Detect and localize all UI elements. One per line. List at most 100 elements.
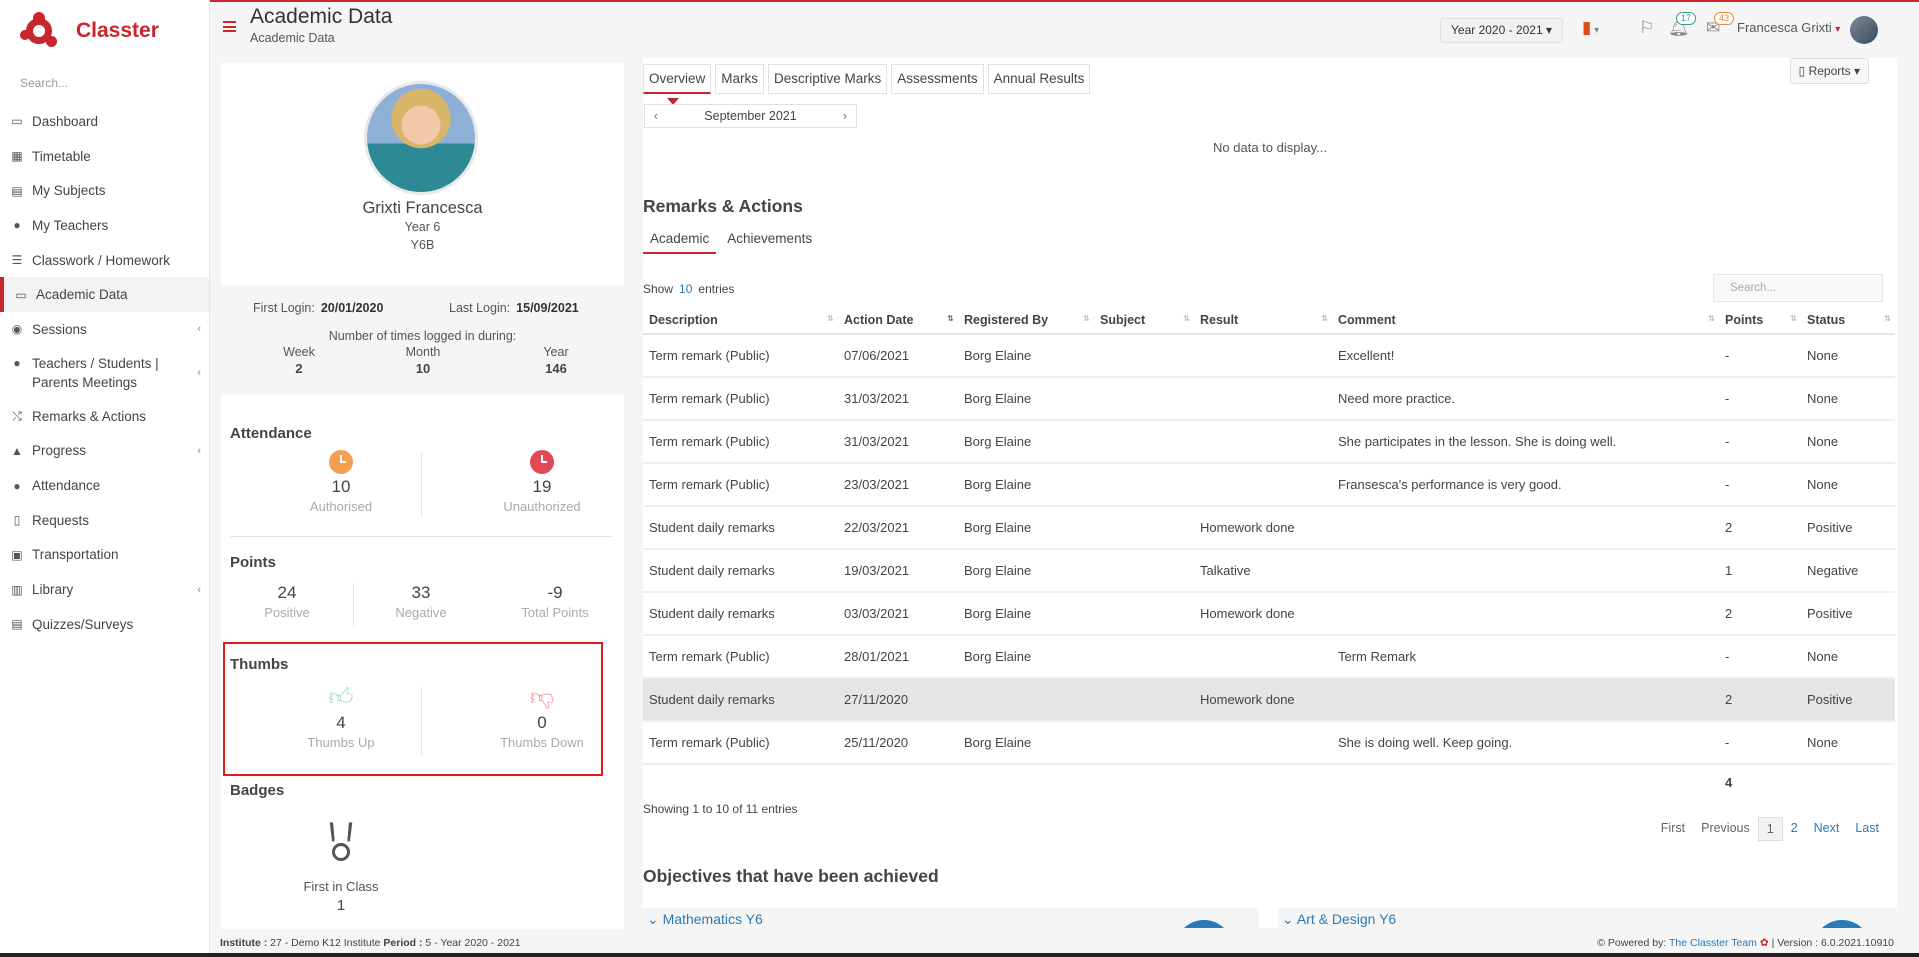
page-last[interactable]: Last <box>1847 817 1887 841</box>
sidebar-item-remarks-actions[interactable]: ⤭ Remarks & Actions <box>0 399 209 434</box>
sidebar-item-library[interactable]: ▥ Library ‹ <box>0 572 209 607</box>
tab-academic[interactable]: Academic <box>643 226 717 254</box>
table-row[interactable]: Term remark (Public) 07/06/2021 Borg Elain… <box>643 334 1895 378</box>
tab-overview[interactable]: Overview <box>643 64 712 94</box>
sidebar-item-attendance[interactable]: ● Attendance <box>0 468 209 503</box>
page-2[interactable]: 2 <box>1783 817 1806 841</box>
unauthorized-stat: 19 Unauthorized <box>467 450 617 514</box>
attendance-icon: ● <box>13 478 21 493</box>
page-next[interactable]: Next <box>1806 817 1848 841</box>
flag-icon[interactable]: ⚐ <box>1639 18 1654 38</box>
table-row[interactable]: Term remark (Public) 31/03/2021 Borg Elain… <box>643 377 1895 421</box>
tab-marks[interactable]: Marks <box>715 64 765 94</box>
copyright-icon: © <box>1597 937 1605 949</box>
bus-icon: ▣ <box>11 547 23 562</box>
sort-icon: ⇅ <box>1083 314 1090 323</box>
objective-card-art-design[interactable]: ⌄ Art & Design Y6 <box>1278 908 1897 928</box>
sidebar-item-academic-data[interactable]: ▭ Academic Data <box>0 277 209 313</box>
chevron-right-icon[interactable]: › <box>834 109 856 123</box>
office-icon[interactable]: ▮ ▾ <box>1582 18 1599 38</box>
table-row[interactable]: Term remark (Public) 25/11/2020 Borg Elain… <box>643 721 1895 765</box>
table-row[interactable]: Term remark (Public) 31/03/2021 Borg Elain… <box>643 420 1895 464</box>
table-row[interactable]: Student daily remarks 03/03/2021 Borg Elai… <box>643 592 1895 636</box>
sidebar-item-my-subjects[interactable]: ▤ My Subjects <box>0 173 209 208</box>
column-header[interactable]: Points ⇅ <box>1719 306 1801 335</box>
teachers-icon: ● <box>13 218 21 233</box>
table-row[interactable]: Student daily remarks 22/03/2021 Borg Elai… <box>643 506 1895 550</box>
hamburger-menu-icon[interactable] <box>223 21 236 32</box>
bottom-bar <box>0 953 1919 957</box>
year-selector[interactable]: Year 2020 - 2021 ▾ <box>1440 18 1564 43</box>
column-header[interactable]: Status ⇅ <box>1801 306 1895 335</box>
sidebar-item-progress[interactable]: ▲ Progress ‹ <box>0 434 209 469</box>
column-header[interactable]: Result ⇅ <box>1194 306 1332 335</box>
sort-desc-icon: ⇅ <box>947 314 954 323</box>
sidebar-item-dashboard[interactable]: ▭ Dashboard <box>0 104 209 139</box>
main-content: Overview Marks Descriptive Marks Assessm… <box>643 58 1897 928</box>
sidebar-item-classwork-homework[interactable]: ☰ Classwork / Homework <box>0 243 209 278</box>
table-row[interactable]: Term remark (Public) 28/01/2021 Borg Elain… <box>643 635 1895 679</box>
table-search-input[interactable]: Search... <box>1713 274 1883 302</box>
positive-points-stat: 24 Positive <box>264 583 310 620</box>
sidebar: Classter Search... ▭ Dashboard ▦ Timetable… <box>0 0 210 957</box>
app-logo[interactable]: Classter <box>0 0 209 62</box>
student-photo <box>364 81 478 195</box>
chevron-down-icon: ⌄ <box>647 911 659 927</box>
sidebar-item-quizzes-surveys[interactable]: ▤ Quizzes/Surveys <box>0 607 209 642</box>
reports-button[interactable]: ▯ Reports ▾ <box>1789 58 1869 84</box>
column-header[interactable]: Comment ⇅ <box>1332 306 1719 335</box>
tab-assessments[interactable]: Assessments <box>891 64 984 94</box>
column-header[interactable]: Subject ⇅ <box>1094 306 1194 335</box>
sort-icon: ⇅ <box>1183 314 1190 323</box>
quiz-icon: ▤ <box>11 617 23 632</box>
column-header[interactable]: Action Date ⇅ <box>838 306 958 335</box>
badges-title: Badges <box>230 782 285 799</box>
table-row[interactable]: Student daily remarks 27/11/2020 Homework … <box>643 678 1895 722</box>
classter-team-link[interactable]: The Classter Team <box>1669 937 1757 949</box>
no-data-message: No data to display... <box>1213 140 1327 155</box>
clock-icon <box>530 450 554 474</box>
month-navigator: ‹ September 2021 › <box>644 104 857 128</box>
page-1[interactable]: 1 <box>1757 817 1783 841</box>
user-avatar[interactable] <box>1850 16 1878 44</box>
tab-achievements[interactable]: Achievements <box>720 226 819 254</box>
tab-descriptive-marks[interactable]: Descriptive Marks <box>768 64 888 94</box>
top-header: Academic Data Academic Data Year 2020 - … <box>210 2 1919 54</box>
column-header[interactable]: Registered By ⇅ <box>958 306 1094 335</box>
table-info: Showing 1 to 10 of 11 entries <box>643 802 798 816</box>
remarks-actions-title: Remarks & Actions <box>643 196 803 216</box>
page-first[interactable]: First <box>1653 817 1693 841</box>
id-card-icon: ▭ <box>15 287 27 302</box>
footer-powered: © Powered by: The Classter Team ✿ | Vers… <box>1597 937 1894 949</box>
sidebar-item-requests[interactable]: ▯ Requests <box>0 503 209 538</box>
student-profile-panel: Grixti Francesca Year 6 Y6B First Login:… <box>221 63 624 929</box>
caret-down-icon: ▾ <box>1545 23 1553 37</box>
meeting-icon: ● <box>13 355 21 370</box>
tab-annual-results[interactable]: Annual Results <box>987 64 1091 94</box>
sidebar-item-meetings[interactable]: ● Teachers / Students | Parents Meetings ‹ <box>0 347 209 399</box>
sidebar-item-timetable[interactable]: ▦ Timetable <box>0 139 209 174</box>
table-row[interactable]: Student daily remarks 19/03/2021 Borg Elai… <box>643 549 1895 593</box>
objective-card-mathematics[interactable]: ⌄ Mathematics Y6 <box>643 908 1259 928</box>
medal-icon <box>325 822 357 867</box>
entries-select[interactable]: 10 <box>679 282 692 296</box>
divider <box>230 536 613 537</box>
current-month: September 2021 <box>704 109 797 123</box>
sidebar-item-transportation[interactable]: ▣ Transportation <box>0 538 209 573</box>
sidebar-item-sessions[interactable]: ◉ Sessions ‹ <box>0 312 209 347</box>
breadcrumb: Academic Data <box>250 31 335 45</box>
sidebar-search-input[interactable]: Search... <box>0 62 209 104</box>
caret-down-icon: ▾ <box>1853 64 1860 78</box>
chevron-left-icon[interactable]: ‹ <box>645 109 667 123</box>
thumbs-down-icon: 👎︎ <box>529 684 555 711</box>
classter-logo-icon <box>20 12 58 50</box>
column-header[interactable]: Description ⇅ <box>643 306 838 335</box>
pagination: First Previous 1 2 Next Last <box>1653 817 1887 841</box>
sort-icon: ⇅ <box>827 314 834 323</box>
sidebar-item-my-teachers[interactable]: ● My Teachers <box>0 208 209 243</box>
login-month: Month 10 <box>405 345 441 376</box>
graduation-cap-icon: ▲ <box>11 443 23 458</box>
page-previous[interactable]: Previous <box>1693 817 1758 841</box>
user-menu[interactable]: Francesca Grixti ▾ <box>1737 20 1840 35</box>
table-row[interactable]: Term remark (Public) 23/03/2021 Borg Elain… <box>643 463 1895 507</box>
